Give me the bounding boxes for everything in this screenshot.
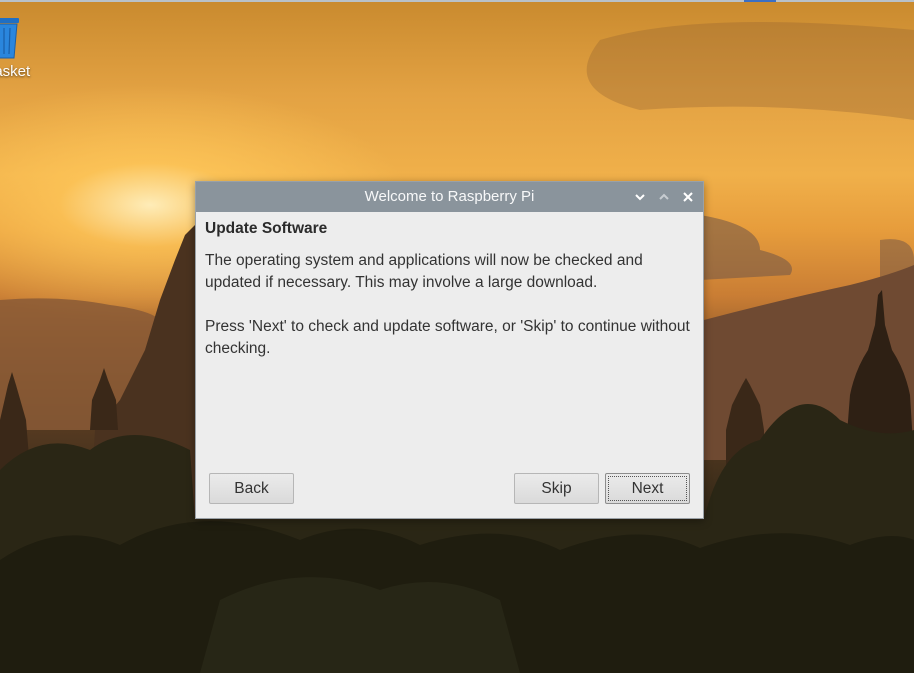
section-heading: Update Software xyxy=(205,220,328,237)
next-button[interactable]: Next xyxy=(605,473,690,504)
description-text: The operating system and applications wi… xyxy=(205,252,643,291)
desktop-icon-wastebasket[interactable]: basket xyxy=(0,12,56,82)
welcome-dialog: Welcome to Raspberry Pi Update Software xyxy=(195,181,704,519)
instruction-text: Press 'Next' to check and update softwar… xyxy=(205,318,690,357)
dialog-content: Update Software The operating system and… xyxy=(205,220,695,382)
back-button[interactable]: Back xyxy=(209,473,294,504)
dialog-titlebar[interactable]: Welcome to Raspberry Pi xyxy=(196,182,703,212)
close-icon xyxy=(683,192,693,202)
chevron-up-icon xyxy=(659,193,669,200)
dialog-title: Welcome to Raspberry Pi xyxy=(364,188,535,205)
desktop-background: basket Welcome to Raspberry Pi xyxy=(0,0,914,673)
focus-ring xyxy=(608,476,687,501)
minimize-button[interactable] xyxy=(630,187,650,207)
skip-button[interactable]: Skip xyxy=(514,473,599,504)
trash-icon xyxy=(0,18,19,59)
desktop-icon-label: basket xyxy=(0,63,31,80)
chevron-down-icon xyxy=(635,194,645,201)
maximize-button[interactable] xyxy=(654,187,674,207)
close-button[interactable] xyxy=(678,187,698,207)
